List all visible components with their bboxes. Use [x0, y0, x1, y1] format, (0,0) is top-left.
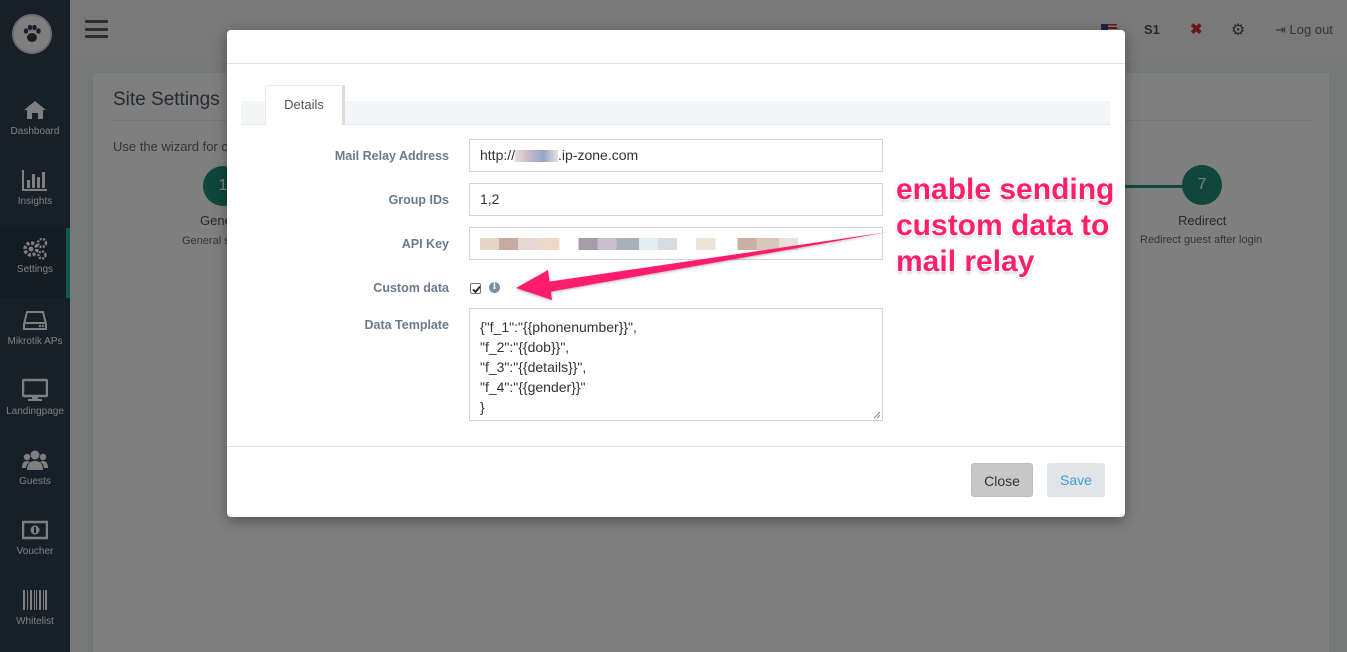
annotation-line: custom data to: [896, 209, 1110, 242]
annotation-line: enable sending: [896, 173, 1115, 206]
annotation-text: enable sending custom data to mail relay: [896, 172, 1114, 280]
annotation-line: mail relay: [896, 245, 1035, 278]
annotation-arrow-icon: [516, 232, 888, 300]
